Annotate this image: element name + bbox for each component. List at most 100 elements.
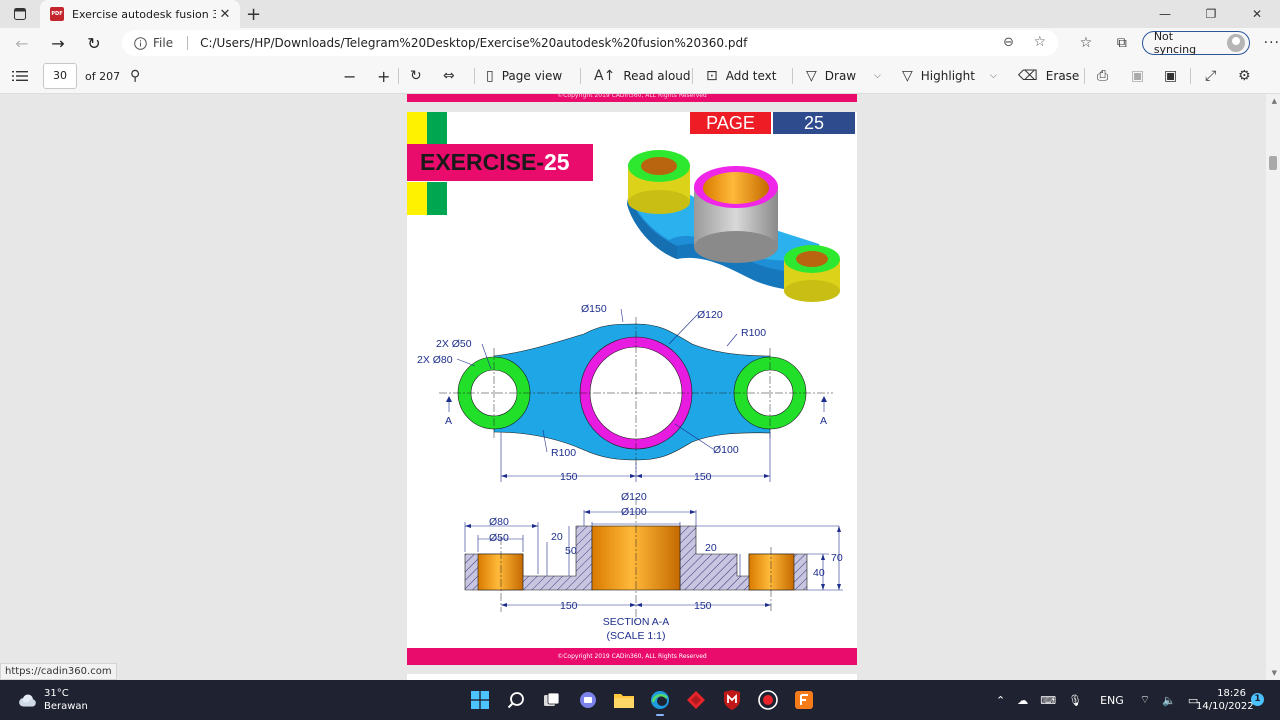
tab-pdf[interactable]: PDF Exercise autodesk fusion 360.pdf ✕ <box>40 0 240 28</box>
highlight-options-icon[interactable]: ⌵ <box>990 58 997 94</box>
add-text-button[interactable]: ⊡ Add text <box>706 58 776 94</box>
fullscreen-icon[interactable]: ⤢ <box>1205 58 1224 94</box>
section-dim-150-left: 150 <box>560 600 578 612</box>
contents-icon[interactable] <box>12 58 28 94</box>
find-icon[interactable]: ⚲ <box>130 58 148 94</box>
zoom-icon[interactable]: ⊖ <box>1003 35 1014 50</box>
rotate-icon[interactable]: ↻ <box>410 58 430 94</box>
section-marker-right: A <box>820 415 827 427</box>
print-icon[interactable]: ⎙ <box>1097 58 1116 94</box>
toolbar-divider <box>1084 68 1085 84</box>
read-aloud-label: Read aloud <box>623 69 691 83</box>
save-as-icon[interactable]: ▣ <box>1164 58 1185 94</box>
url-field[interactable]: File C:/Users/HP/Downloads/Telegram%20De… <box>122 30 1058 56</box>
read-aloud-icon: A↑ <box>594 68 616 84</box>
keyboard-icon[interactable]: ⌨ <box>1040 694 1056 707</box>
language-indicator[interactable]: ENG <box>1100 694 1124 707</box>
section-dim-40: 40 <box>813 567 825 579</box>
pdf-toolbar: 30 of 207 ⚲ − + ↻ ⇔ ▯ Page view A↑ Read al… <box>0 58 1280 94</box>
red-diamond-icon <box>687 691 705 709</box>
scroll-down-icon[interactable]: ▼ <box>1272 669 1277 677</box>
toolbar-divider <box>580 68 581 84</box>
edge-button[interactable] <box>642 684 678 716</box>
forward-icon[interactable]: → <box>40 34 76 53</box>
minimize-icon[interactable]: — <box>1142 0 1188 28</box>
maximize-icon[interactable]: ❐ <box>1188 0 1234 28</box>
back-icon[interactable]: ← <box>4 34 40 53</box>
scroll-thumb[interactable] <box>1269 156 1277 170</box>
collections-icon[interactable]: ⧉ <box>1104 35 1140 51</box>
new-tab-icon[interactable]: + <box>246 4 261 25</box>
favorites-icon[interactable]: ☆ <box>1068 35 1104 51</box>
show-hidden-icons-icon[interactable]: ⌃ <box>996 694 1005 707</box>
task-view-icon <box>544 692 560 706</box>
draw-label: Draw <box>824 69 857 83</box>
section-dim-150-right: 150 <box>694 600 712 612</box>
draw-button[interactable]: ▽ Draw <box>806 58 856 94</box>
wifi-icon[interactable]: ⌔ <box>1140 693 1150 707</box>
window-close-icon[interactable]: ✕ <box>1234 0 1280 28</box>
teams-chat-button[interactable] <box>570 684 606 716</box>
tab-actions-button[interactable] <box>0 0 40 28</box>
toolbar-divider <box>398 68 399 84</box>
previous-page-copyright: ©Copyright 2019 CADin360, ALL Rights Res… <box>557 94 707 99</box>
section-view: Ø120 Ø100 Ø80 Ø50 20 50 20 70 40 150 150… <box>464 491 843 642</box>
profile-sync-button[interactable]: Not syncing <box>1141 30 1250 56</box>
window-controls: — ❐ ✕ <box>1142 0 1280 28</box>
volume-icon[interactable]: 🔈 <box>1162 694 1176 707</box>
clock-time: 18:26 <box>1217 688 1246 699</box>
fusion-360-button[interactable] <box>786 684 822 716</box>
section-dim-70: 70 <box>831 552 843 564</box>
draw-options-icon[interactable]: ⌵ <box>874 58 881 94</box>
weather-widget[interactable]: 31°C Berawan <box>16 687 88 713</box>
draw-icon: ▽ <box>806 68 817 84</box>
pdf-page: EXERCISE-25 PAGE 25 Ø150 Ø120 R100 2X Ø5… <box>407 112 857 665</box>
mcafee-button[interactable] <box>714 684 750 716</box>
clock[interactable]: 18:26 14/10/2022 <box>1196 687 1254 713</box>
pdf-settings-icon[interactable]: ⚙ <box>1238 58 1259 94</box>
close-tab-icon[interactable]: ✕ <box>216 7 234 22</box>
fit-width-icon[interactable]: ⇔ <box>443 58 463 94</box>
pdf-viewer[interactable]: ©Copyright 2019 CADin360, ALL Rights Res… <box>0 94 1280 680</box>
task-view-button[interactable] <box>534 684 570 716</box>
section-dim-d80: Ø80 <box>489 516 509 528</box>
read-aloud-button[interactable]: A↑ Read aloud <box>594 58 691 94</box>
search-icon <box>507 692 524 709</box>
zoom-out-icon[interactable]: − <box>343 58 364 94</box>
browser-actions: ☆ ⧉ Not syncing ··· <box>1068 28 1280 58</box>
onedrive-icon[interactable]: ☁ <box>1017 694 1028 707</box>
toolbar-divider <box>792 68 793 84</box>
settings-menu-icon[interactable]: ··· <box>1264 35 1280 51</box>
toolbar-divider <box>474 68 475 84</box>
screen-recorder-button[interactable] <box>750 684 786 716</box>
start-button[interactable] <box>462 684 498 716</box>
folder-icon <box>614 694 634 708</box>
plan-dim-r100-bottom: R100 <box>551 447 576 459</box>
scrollbar[interactable]: ▲ ▼ <box>1266 94 1280 680</box>
avatar <box>1226 34 1245 52</box>
page-copyright: ©Copyright 2019 CADin360, ALL Rights Res… <box>407 648 857 665</box>
section-dim-d100: Ø100 <box>621 506 647 518</box>
page-view-label: Page view <box>501 69 563 83</box>
section-marker-left: A <box>445 415 452 427</box>
page-number-input[interactable]: 30 <box>43 63 77 89</box>
add-favorite-icon[interactable]: ☆ <box>1033 34 1046 50</box>
page-view-button[interactable]: ▯ Page view <box>486 58 562 94</box>
plan-dim-r100-top: R100 <box>741 327 766 339</box>
windows-icon <box>471 691 489 709</box>
notification-badge[interactable]: 1 <box>1251 693 1264 706</box>
app-red-diamond-button[interactable] <box>678 684 714 716</box>
shield-icon <box>724 690 740 710</box>
refresh-icon[interactable]: ↻ <box>76 34 112 53</box>
highlight-button[interactable]: ▽ Highlight <box>902 58 975 94</box>
zoom-in-icon[interactable]: + <box>377 58 398 94</box>
technical-drawing: Ø150 Ø120 R100 2X Ø50 2X Ø80 A A R100 Ø1… <box>417 150 843 642</box>
microphone-icon[interactable]: 🎙 <box>1068 694 1082 707</box>
url-separator <box>187 36 189 50</box>
file-explorer-button[interactable] <box>606 684 642 716</box>
temperature: 31°C <box>44 688 69 699</box>
search-button[interactable] <box>498 684 534 716</box>
section-dim-20-right: 20 <box>705 542 717 554</box>
scroll-up-icon[interactable]: ▲ <box>1272 97 1277 105</box>
erase-button[interactable]: ⌫ Erase <box>1018 58 1079 94</box>
